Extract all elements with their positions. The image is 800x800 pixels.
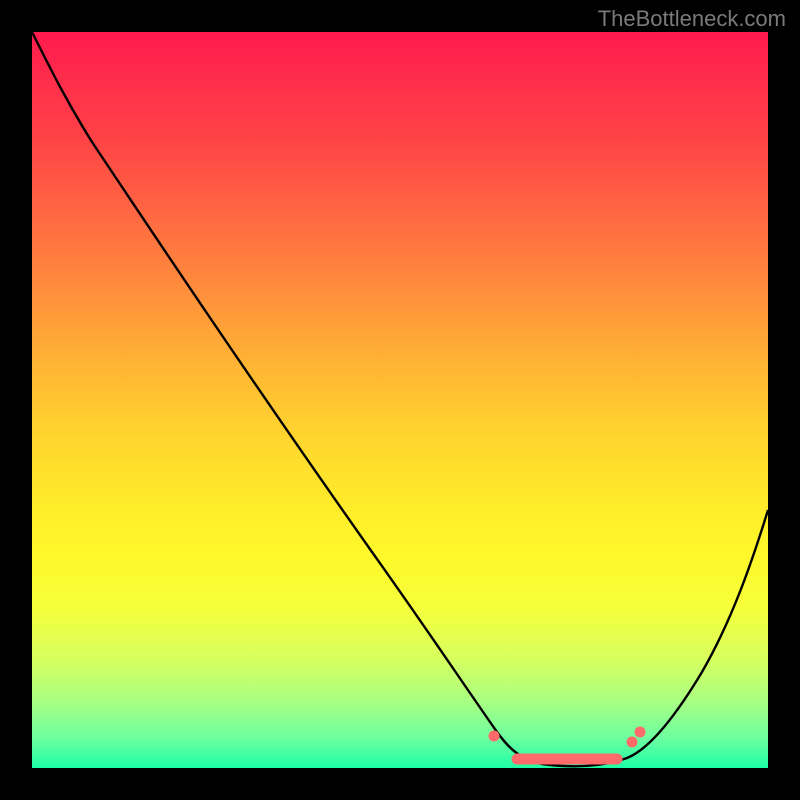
optimal-band-dots	[489, 727, 645, 764]
curve-overlay	[32, 32, 768, 768]
watermark-text: TheBottleneck.com	[598, 6, 786, 32]
plot-area	[32, 32, 768, 768]
bottleneck-curve-path	[32, 32, 768, 766]
